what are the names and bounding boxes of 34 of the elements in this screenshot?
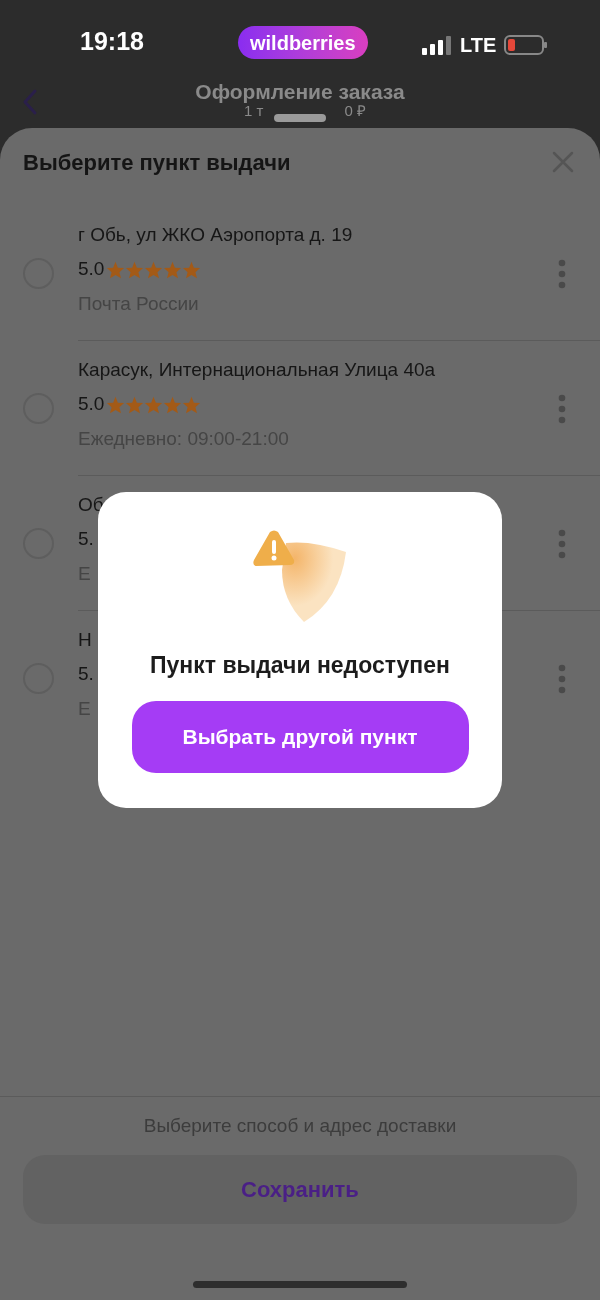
warning-shield-icon bbox=[252, 530, 348, 624]
home-indicator[interactable] bbox=[193, 1281, 407, 1288]
status-time: 19:18 bbox=[80, 26, 145, 58]
dialog-title: Пункт выдачи недоступен bbox=[150, 651, 450, 680]
pickup-address: Об bbox=[78, 492, 105, 517]
rating-value: 5.0 bbox=[78, 392, 105, 417]
star-icon bbox=[182, 260, 202, 279]
rating-value: 5.0 bbox=[78, 257, 105, 282]
star-icon bbox=[163, 260, 183, 279]
sheet-grabber[interactable] bbox=[274, 114, 326, 122]
sheet-title: Выберите пункт выдачи bbox=[23, 148, 291, 177]
app-badge: wildberries bbox=[238, 26, 368, 59]
star-icon bbox=[106, 260, 126, 279]
star-icon bbox=[125, 395, 145, 414]
more-icon[interactable] bbox=[558, 393, 566, 424]
signal-icon bbox=[422, 35, 452, 55]
more-icon[interactable] bbox=[558, 528, 566, 559]
pickup-address: г Обь, ул ЖКО Аэропорта д. 19 bbox=[78, 222, 354, 247]
star-icon bbox=[106, 395, 126, 414]
star-icon bbox=[182, 395, 202, 414]
more-icon[interactable] bbox=[558, 258, 566, 289]
star-icon bbox=[163, 395, 183, 414]
network-label: LTE bbox=[460, 33, 497, 58]
star-icon bbox=[144, 395, 164, 414]
pickup-address: Н bbox=[78, 627, 93, 652]
choose-other-button[interactable]: Выбрать другой пункт bbox=[131, 700, 469, 773]
star-icon bbox=[125, 260, 145, 279]
pickup-address: Карасук, Интернациональная Улица 40а bbox=[78, 357, 437, 382]
battery-icon bbox=[504, 34, 549, 56]
star-icon bbox=[144, 260, 164, 279]
rating-value: 5. bbox=[78, 662, 94, 687]
rating-value: 5. bbox=[78, 527, 94, 552]
header-subtitle: 1 т bbox=[244, 102, 264, 121]
more-icon[interactable] bbox=[558, 663, 566, 694]
